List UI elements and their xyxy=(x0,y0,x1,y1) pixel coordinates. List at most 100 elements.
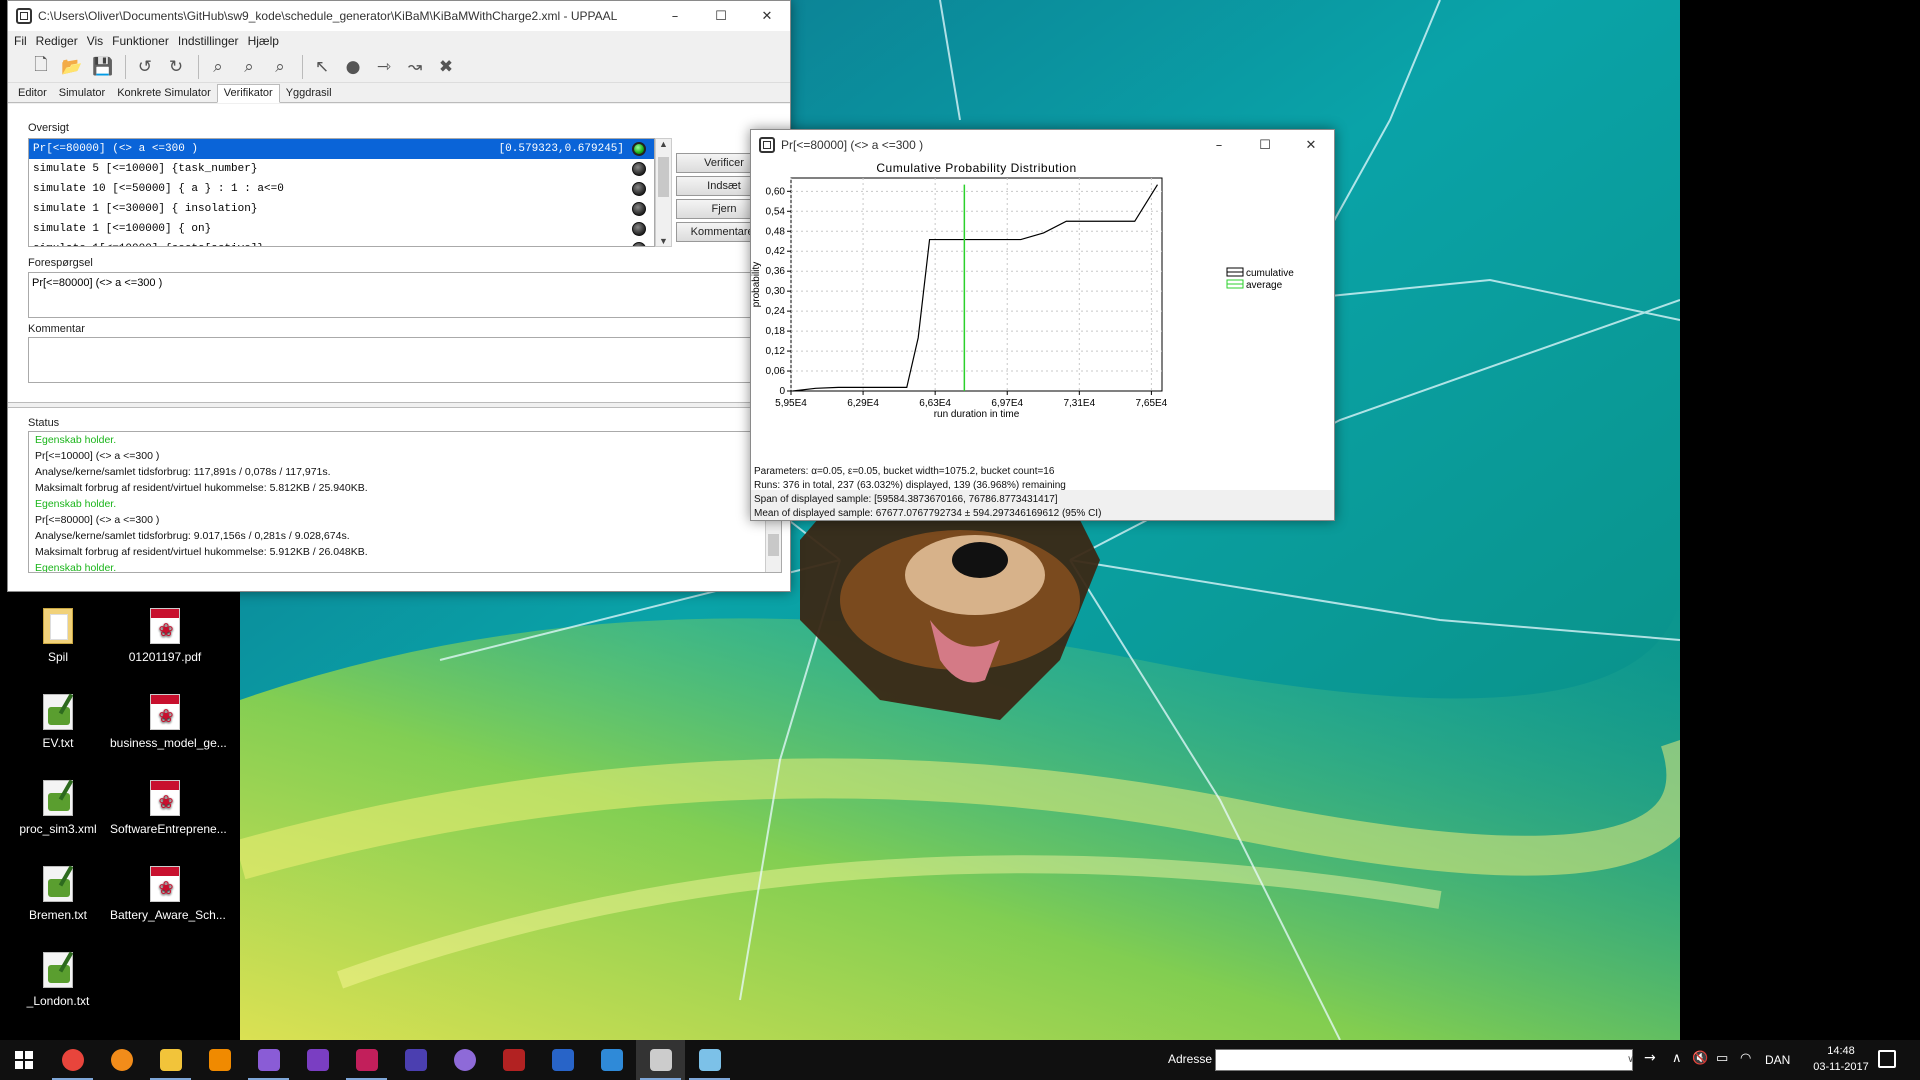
edge-tool-icon[interactable]: ⇾ xyxy=(371,54,397,80)
plot-area xyxy=(790,177,1163,392)
tab-verifier[interactable]: Verifikator xyxy=(216,84,280,103)
desktop-icon[interactable]: proc_sim3.xml xyxy=(3,779,113,836)
taskbar-app-intellij[interactable] xyxy=(342,1040,391,1080)
query-row[interactable]: simulate 1 [<=30000] { insolation} xyxy=(29,199,654,219)
taskbar-app-file-explorer[interactable] xyxy=(146,1040,195,1080)
visual-studio-code-icon xyxy=(306,1049,329,1071)
taskbar-apps xyxy=(48,1040,734,1080)
volume-muted-icon[interactable]: 🔇 xyxy=(1692,1051,1708,1066)
desktop-icon[interactable]: ❀ 01201197.pdf xyxy=(110,608,220,664)
firefox-icon xyxy=(110,1049,133,1071)
taskbar-app-app-circle[interactable] xyxy=(440,1040,489,1080)
menu-options[interactable]: Indstillinger xyxy=(178,34,239,48)
cumulative-probability-chart[interactable]: Cumulative Probability Distribution 5,95E… xyxy=(751,160,1334,490)
status-light-icon xyxy=(632,202,646,216)
query-list[interactable]: Pr[<=80000] (<> a <=300 ) [0.579323,0.679… xyxy=(28,138,655,247)
query-list-scrollbar[interactable]: ▲ ▼ xyxy=(655,138,672,247)
close-button[interactable]: ✕ xyxy=(1288,130,1334,160)
query-row[interactable]: simulate 5 [<=10000] {task_number} xyxy=(29,159,654,179)
taskbar-app-paint-app[interactable] xyxy=(685,1040,734,1080)
uppaal-app-icon xyxy=(759,137,775,153)
go-arrow-icon[interactable]: → xyxy=(1644,1050,1662,1070)
y-tick-label: 0,18 xyxy=(766,326,786,337)
scrollbar-thumb[interactable] xyxy=(658,157,669,197)
clock-date[interactable]: 03-11-2017 xyxy=(1808,1061,1874,1073)
scroll-up-icon[interactable]: ▲ xyxy=(659,139,668,149)
battery-icon[interactable]: ▭ xyxy=(1716,1051,1728,1066)
desktop-icon[interactable]: Spil xyxy=(3,608,113,664)
zoom-out-icon[interactable]: ⌕ xyxy=(267,54,293,80)
window-app-icon xyxy=(600,1049,623,1071)
save-icon[interactable]: 💾 xyxy=(90,54,116,80)
minimize-button[interactable]: – xyxy=(1196,130,1242,160)
taskbar-app-app-red[interactable] xyxy=(489,1040,538,1080)
close-button[interactable]: ✕ xyxy=(744,1,790,31)
zoom-in-icon[interactable]: ⌕ xyxy=(205,54,231,80)
query-row[interactable]: simulate 1[<=10000] {costs[active]} xyxy=(29,239,654,246)
tab-yggdrasil[interactable]: Yggdrasil xyxy=(280,85,338,102)
clock-time[interactable]: 14:48 xyxy=(1816,1045,1866,1057)
query-row[interactable]: simulate 1 [<=100000] { on} xyxy=(29,219,654,239)
split-divider[interactable] xyxy=(8,402,790,408)
scroll-down-icon[interactable]: ▼ xyxy=(659,236,668,246)
desktop-icon[interactable]: ❀ Battery_Aware_Sch... xyxy=(110,866,226,922)
status-log[interactable]: Egenskab holder. Pr[<=10000] (<> a <=300 … xyxy=(28,431,782,573)
desktop-icon[interactable]: ❀ SoftwareEntreprene... xyxy=(110,780,227,836)
menu-file[interactable]: Fil xyxy=(14,34,27,48)
open-icon[interactable]: 📂 xyxy=(59,54,85,80)
plot-titlebar[interactable]: Pr[<=80000] (<> a <=300 ) – ☐ ✕ xyxy=(751,130,1334,160)
desktop-icon[interactable]: Bremen.txt xyxy=(3,865,113,922)
query-row[interactable]: Pr[<=80000] (<> a <=300 ) [0.579323,0.679… xyxy=(29,139,654,159)
y-tick-label: 0,42 xyxy=(766,246,786,257)
lambda-app-icon xyxy=(551,1049,574,1071)
redo-icon[interactable]: ↻ xyxy=(163,54,189,80)
notification-icon[interactable] xyxy=(1878,1050,1896,1068)
address-input[interactable] xyxy=(1215,1049,1633,1071)
x-tick-label: 7,31E4 xyxy=(1063,398,1095,409)
taskbar-app-chrome[interactable] xyxy=(48,1040,97,1080)
menu-help[interactable]: Hjælp xyxy=(248,34,279,48)
maximize-button[interactable]: ☐ xyxy=(1242,130,1288,160)
select-tool-icon[interactable]: ↖ xyxy=(309,54,335,80)
start-button[interactable] xyxy=(0,1040,48,1080)
tray-chevron-up-icon[interactable]: ∧ xyxy=(1672,1051,1682,1066)
location-tool-icon[interactable]: ● xyxy=(340,54,366,80)
menu-view[interactable]: Vis xyxy=(87,34,103,48)
tab-editor[interactable]: Editor xyxy=(12,85,53,102)
desktop-icon-label: Battery_Aware_Sch... xyxy=(110,908,226,922)
wifi-icon[interactable]: ◠ xyxy=(1740,1051,1751,1066)
scrollbar-thumb[interactable] xyxy=(768,534,779,556)
desktop-icon[interactable]: EV.txt xyxy=(3,693,113,750)
taskbar-app-lambda-app[interactable] xyxy=(538,1040,587,1080)
language-indicator[interactable]: DAN xyxy=(1765,1053,1790,1067)
toolbar-separator xyxy=(125,54,126,79)
taskbar-app-firefox[interactable] xyxy=(97,1040,146,1080)
desktop-icon[interactable]: ❀ business_model_ge... xyxy=(110,694,227,750)
tab-simulator[interactable]: Simulator xyxy=(53,85,111,102)
chevron-down-icon[interactable]: ∨ xyxy=(1627,1054,1634,1065)
menu-edit[interactable]: Rediger xyxy=(36,34,78,48)
tab-concrete-simulator[interactable]: Konkrete Simulator xyxy=(111,85,217,102)
taskbar-app-visual-studio-code[interactable] xyxy=(293,1040,342,1080)
undo-icon[interactable]: ↺ xyxy=(132,54,158,80)
menu-tools[interactable]: Funktioner xyxy=(112,34,169,48)
nail-tool-icon[interactable]: ↝ xyxy=(402,54,428,80)
taskbar-app-uppaal[interactable] xyxy=(636,1040,685,1080)
new-icon[interactable]: 🗋 xyxy=(28,54,54,80)
query-row[interactable]: simulate 10 [<=50000] { a } : 1 : a<=0 xyxy=(29,179,654,199)
uppaal-titlebar[interactable]: C:\Users\Oliver\Documents\GitHub\sw9_kod… xyxy=(8,1,790,31)
taskbar-app-vlc[interactable] xyxy=(195,1040,244,1080)
desktop-icon[interactable]: _London.txt xyxy=(3,951,113,1008)
taskbar-app-window-app[interactable] xyxy=(587,1040,636,1080)
trash-tool-icon[interactable]: ✖ xyxy=(433,54,459,80)
comment-input[interactable] xyxy=(28,337,772,383)
query-input[interactable]: Pr[<=80000] (<> a <=300 ) xyxy=(28,272,772,318)
zoom-normal-icon[interactable]: ⌕ xyxy=(236,54,262,80)
taskbar-app-visual-studio[interactable] xyxy=(244,1040,293,1080)
plot-window: Pr[<=80000] (<> a <=300 ) – ☐ ✕ Cumulati… xyxy=(750,129,1335,521)
game-app-icon xyxy=(404,1049,427,1071)
minimize-button[interactable]: – xyxy=(652,1,698,31)
taskbar-app-game-app[interactable] xyxy=(391,1040,440,1080)
desktop-icon-label: _London.txt xyxy=(26,994,90,1008)
maximize-button[interactable]: ☐ xyxy=(698,1,744,31)
